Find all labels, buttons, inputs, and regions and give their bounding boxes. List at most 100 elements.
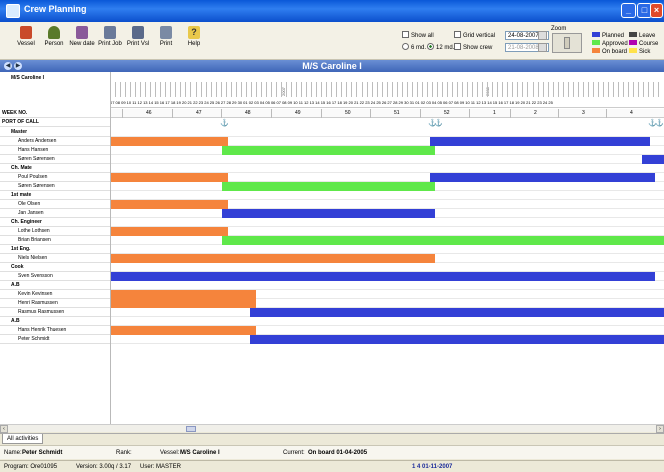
port-of-call-anchor-icon[interactable]: ⚓ xyxy=(220,119,229,127)
port-of-call-anchor-icon[interactable]: ⚓ xyxy=(655,119,664,127)
crew-name[interactable]: Hans Hansen xyxy=(0,146,110,155)
day-tick xyxy=(512,82,514,97)
crew-name[interactable]: Hans Henrik Thuesen xyxy=(0,326,110,335)
day-tick xyxy=(135,82,137,97)
day-tick xyxy=(467,82,469,97)
day-tick xyxy=(301,82,303,97)
approved-bar[interactable] xyxy=(222,236,664,245)
crew-name[interactable]: Rasmus Rasmussen xyxy=(0,308,110,317)
day-tick xyxy=(502,82,504,97)
planned-bar[interactable] xyxy=(222,209,435,218)
crew-name[interactable]: Søren Sørensen xyxy=(0,155,110,164)
week-divider xyxy=(370,109,371,118)
on-board-bar[interactable] xyxy=(110,173,228,182)
legend-on-board-label: On board xyxy=(602,49,628,55)
week-label: WEEK NO. xyxy=(0,109,110,118)
day-tick xyxy=(175,82,177,97)
status-date: 1 4 01-11-2007 xyxy=(412,464,453,470)
day-tick xyxy=(386,82,388,97)
crew-name[interactable]: Sven Svensson xyxy=(0,272,110,281)
crew-name[interactable]: Lothe Lothsen xyxy=(0,227,110,236)
planned-bar[interactable] xyxy=(430,137,650,146)
day-tick xyxy=(150,82,152,97)
calendar-to-icon[interactable] xyxy=(538,43,547,52)
crew-name[interactable]: Niels Nielsen xyxy=(0,254,110,263)
day-tick xyxy=(542,82,544,97)
on-board-bar[interactable] xyxy=(110,326,256,335)
day-tick xyxy=(492,82,494,97)
day-tick xyxy=(170,82,172,97)
crew-name[interactable]: Ole Olsen xyxy=(0,200,110,209)
day-tick xyxy=(421,82,423,97)
tab-all-activities[interactable]: All activities xyxy=(2,434,44,444)
zoom-slider-knob[interactable] xyxy=(564,37,570,49)
day-tick xyxy=(391,82,393,97)
crew-name[interactable]: Peter Schmidt xyxy=(0,335,110,344)
vessel-value: M/S Caroline I xyxy=(180,450,220,456)
crew-name[interactable]: Kevin Kevinsen xyxy=(0,290,110,299)
day-tick xyxy=(547,82,549,97)
six-month-radio[interactable]: 6 md. xyxy=(402,43,426,51)
crew-name[interactable]: Brian Briansen xyxy=(0,236,110,245)
day-tick xyxy=(210,82,212,97)
crew-name[interactable]: Henri Rasmussen xyxy=(0,299,110,308)
schedule-grid: M/S Caroline I 07 08 09 10 11 12 13 14 1… xyxy=(0,72,664,424)
scroll-right-arrow-icon[interactable]: › xyxy=(656,425,664,433)
crew-name[interactable]: Jan Jansen xyxy=(0,209,110,218)
planned-bar[interactable] xyxy=(110,272,655,281)
day-tick xyxy=(270,82,272,97)
approved-bar[interactable] xyxy=(222,182,435,191)
day-tick xyxy=(562,82,564,97)
crew-name[interactable]: Poul Poulsen xyxy=(0,173,110,182)
close-button[interactable]: × xyxy=(650,3,663,18)
on-board-bar[interactable] xyxy=(110,200,228,209)
port-of-call-anchor-icon[interactable]: ⚓ xyxy=(434,119,443,127)
on-board-bar[interactable] xyxy=(110,254,435,263)
show-crew-checkbox[interactable]: Show crew xyxy=(454,43,492,51)
zoom-slider[interactable] xyxy=(552,33,582,53)
on-board-bar[interactable] xyxy=(110,137,228,146)
rank-group-label: 1st mate xyxy=(0,191,110,200)
day-tick xyxy=(361,82,363,97)
port-of-call-label: PORT OF CALL xyxy=(0,118,110,127)
vessel-header-label: M/S Caroline I xyxy=(11,75,45,81)
week-divider xyxy=(271,109,272,118)
day-tick xyxy=(552,82,554,97)
day-tick xyxy=(286,82,288,97)
planned-bar[interactable] xyxy=(430,173,655,182)
approved-bar[interactable] xyxy=(222,146,435,155)
scroll-left-arrow-icon[interactable]: ‹ xyxy=(0,425,8,433)
day-tick xyxy=(401,82,403,97)
twelve-month-radio[interactable]: 12 md. xyxy=(427,43,454,51)
print-icon xyxy=(160,26,172,39)
grid-vertical-checkbox[interactable]: Grid vertical xyxy=(454,31,495,39)
day-tick xyxy=(321,82,323,97)
day-tick xyxy=(351,82,353,97)
calendar-from-icon[interactable] xyxy=(538,31,547,40)
help-button[interactable]: ? Help xyxy=(178,25,210,57)
on-board-bar[interactable] xyxy=(110,299,256,308)
on-board-bar[interactable] xyxy=(110,290,256,299)
on-board-bar[interactable] xyxy=(110,227,228,236)
crew-name[interactable]: Søren Sørensen xyxy=(0,182,110,191)
minimize-button[interactable]: _ xyxy=(621,3,636,18)
help-icon: ? xyxy=(188,26,200,39)
day-tick xyxy=(125,82,127,97)
week-divider xyxy=(606,109,607,118)
show-all-checkbox[interactable]: Show all xyxy=(402,31,434,39)
day-tick xyxy=(628,82,630,97)
scroll-thumb[interactable] xyxy=(186,426,196,432)
week-divider xyxy=(321,109,322,118)
planned-bar[interactable] xyxy=(250,308,664,317)
day-tick xyxy=(633,82,635,97)
day-tick xyxy=(220,82,222,97)
horizontal-scrollbar[interactable]: ‹ › xyxy=(0,424,664,433)
day-tick xyxy=(155,82,157,97)
week-number: 3 xyxy=(582,110,585,116)
tab-strip: All activities xyxy=(0,433,664,444)
title-bar: Crew Planning _ □ × xyxy=(0,0,664,22)
planned-bar[interactable] xyxy=(642,155,664,164)
crew-name[interactable]: Anders Andersen xyxy=(0,137,110,146)
planned-bar[interactable] xyxy=(250,335,664,344)
day-tick xyxy=(291,82,293,97)
